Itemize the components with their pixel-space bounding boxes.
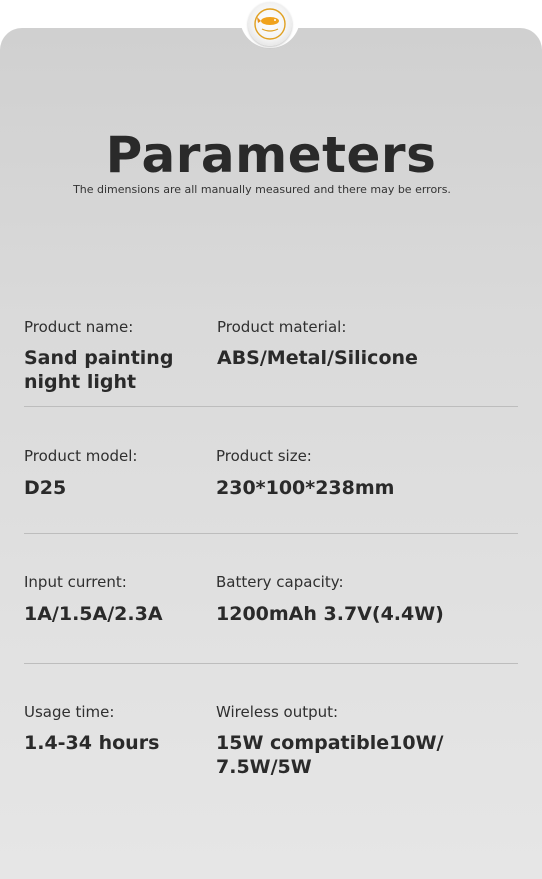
usage-time-value: 1.4-34 hours [24,732,160,754]
row-divider [24,533,518,534]
row-divider [24,663,518,664]
fish-bowl-logo-icon [248,2,292,46]
product-name-value-line-2: night light [24,371,137,393]
product-material-label: Product material: [217,318,347,336]
page-title: Parameters [105,126,437,184]
wireless-output-value-line-2: 7.5W/5W [216,756,312,778]
product-size-label: Product size: [216,447,312,465]
product-name-value-line-1: Sand painting [24,347,174,369]
usage-time-label: Usage time: [24,703,115,721]
product-material-value: ABS/Metal/Silicone [217,347,418,369]
wireless-output-label: Wireless output: [216,703,339,721]
product-model-value: D25 [24,477,67,499]
wireless-output-value-line-1: 15W compatible10W/ [216,732,444,754]
input-current-value: 1A/1.5A/2.3A [24,603,163,625]
product-name-label: Product name: [24,318,134,336]
product-size-value: 230*100*238mm [216,477,395,499]
row-divider [24,406,518,407]
input-current-label: Input current: [24,573,127,591]
battery-capacity-label: Battery capacity: [216,573,344,591]
product-model-label: Product model: [24,447,138,465]
battery-capacity-value: 1200mAh 3.7V(4.4W) [216,603,444,625]
page-subtitle: The dimensions are all manually measured… [73,183,451,196]
